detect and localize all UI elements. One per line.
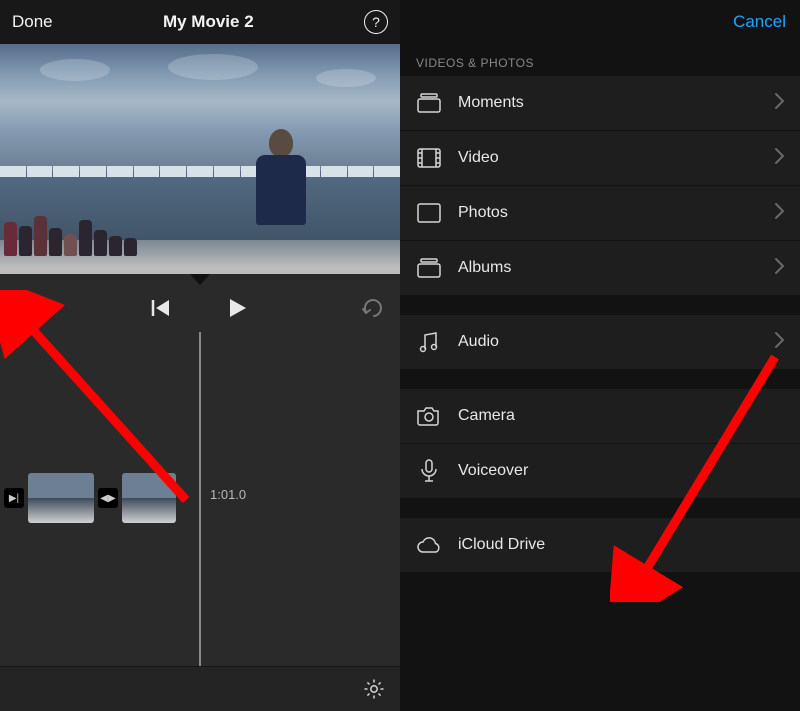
import-header: Cancel — [400, 0, 800, 44]
section-label-videos-photos: VIDEOS & PHOTOS — [400, 44, 800, 76]
chevron-right-icon — [775, 332, 784, 353]
play-button[interactable] — [229, 298, 247, 323]
clip-2[interactable] — [122, 473, 176, 523]
editor-bottom-bar — [0, 666, 400, 711]
menu-label: Albums — [458, 259, 775, 277]
preview-crowd — [0, 211, 184, 256]
menu-item-icloud-drive[interactable]: iCloud Drive — [400, 518, 800, 572]
menu-label: Voiceover — [458, 462, 784, 480]
menu-label: iCloud Drive — [458, 536, 784, 554]
undo-button[interactable] — [362, 298, 386, 323]
preview-frame — [0, 44, 400, 274]
menu-label: Video — [458, 149, 775, 167]
microphone-icon — [416, 460, 442, 482]
menu-group-audio: Audio — [400, 315, 800, 369]
menu-label: Photos — [458, 204, 775, 222]
chevron-right-icon — [775, 148, 784, 169]
transition-marker-mid[interactable]: ◀▶ — [98, 488, 118, 508]
menu-label: Audio — [458, 333, 775, 351]
help-button[interactable]: ? — [364, 10, 388, 34]
photos-icon — [416, 202, 442, 224]
menu-group-media: Moments Video Photos — [400, 76, 800, 295]
menu-item-moments[interactable]: Moments — [400, 76, 800, 131]
moments-icon — [416, 92, 442, 114]
playhead-notch — [190, 274, 210, 285]
add-media-button[interactable] — [14, 297, 36, 324]
media-import-panel: Cancel VIDEOS & PHOTOS Moments Video — [400, 0, 800, 711]
albums-icon — [416, 257, 442, 279]
menu-item-video[interactable]: Video — [400, 131, 800, 186]
menu-item-camera[interactable]: Camera — [400, 389, 800, 444]
video-preview[interactable] — [0, 44, 400, 274]
menu-item-audio[interactable]: Audio — [400, 315, 800, 369]
menu-item-albums[interactable]: Albums — [400, 241, 800, 295]
timeline[interactable]: ▶| ◀▶ 1:01.0 — [0, 332, 400, 666]
project-title: My Movie 2 — [163, 12, 254, 32]
menu-group-storage: iCloud Drive — [400, 518, 800, 572]
transition-marker-start[interactable]: ▶| — [4, 488, 24, 508]
playhead-notch-row — [0, 274, 400, 288]
menu-label: Moments — [458, 94, 775, 112]
cancel-button[interactable]: Cancel — [733, 12, 786, 32]
menu-item-photos[interactable]: Photos — [400, 186, 800, 241]
playback-controls — [0, 288, 400, 332]
clip-strip: ▶| ◀▶ — [0, 472, 176, 524]
chevron-right-icon — [775, 93, 784, 114]
menu-item-voiceover[interactable]: Voiceover — [400, 444, 800, 498]
settings-button[interactable] — [362, 677, 386, 701]
playhead-line — [200, 332, 201, 666]
menu-label: Camera — [458, 407, 784, 425]
chevron-right-icon — [775, 203, 784, 224]
preview-person — [253, 129, 308, 239]
chevron-right-icon — [775, 258, 784, 279]
done-button[interactable]: Done — [12, 12, 53, 32]
camera-icon — [416, 405, 442, 427]
editor-header: Done My Movie 2 ? — [0, 0, 400, 44]
cloud-icon — [416, 534, 442, 556]
menu-group-capture: Camera Voiceover — [400, 389, 800, 498]
audio-icon — [416, 331, 442, 353]
clip-1[interactable] — [28, 473, 94, 523]
previous-button[interactable] — [151, 299, 171, 322]
timecode-label: 1:01.0 — [210, 487, 246, 502]
video-icon — [416, 147, 442, 169]
imovie-editor-panel: Done My Movie 2 ? — [0, 0, 400, 711]
